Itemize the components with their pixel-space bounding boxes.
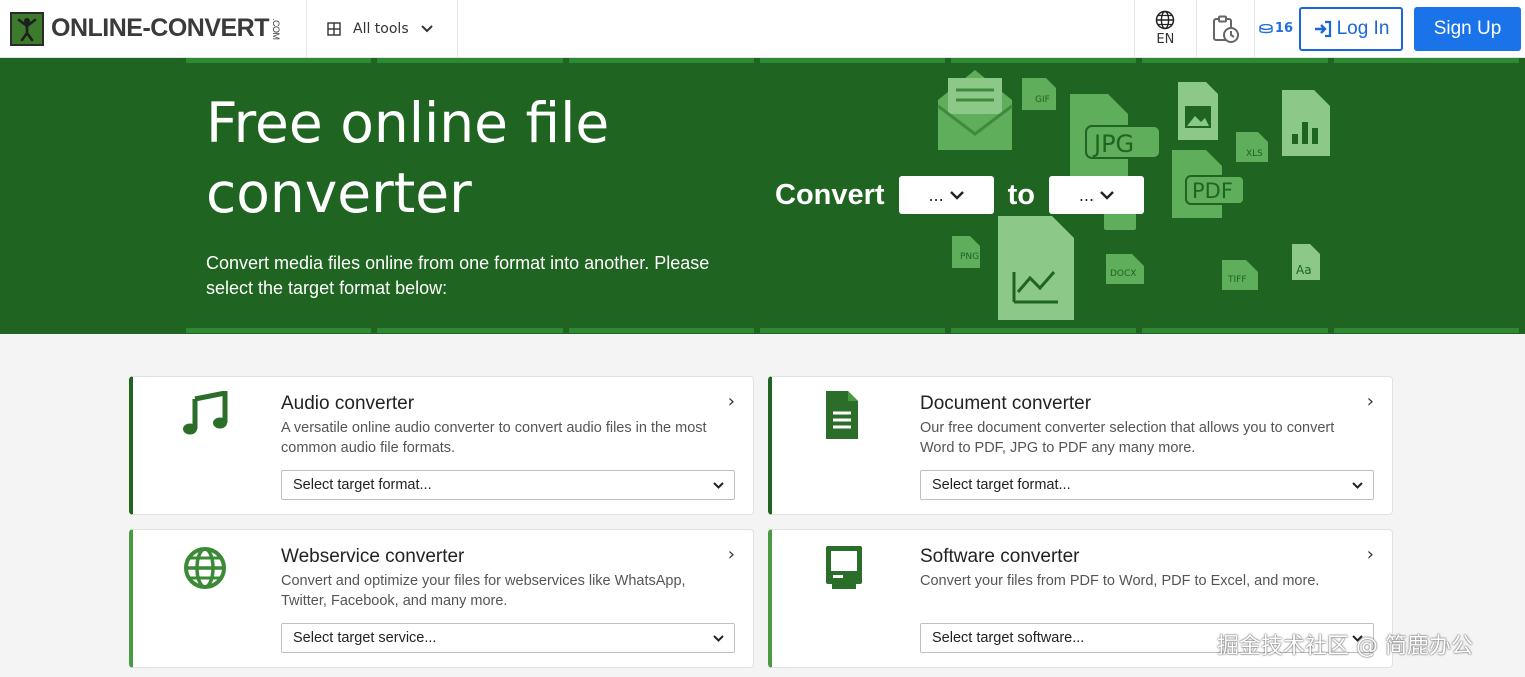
document-target-format-select[interactable]: Select target format... [920,470,1374,500]
chevron-down-icon [713,481,724,489]
docx-file-icon: DOCX [1106,254,1144,284]
to-label: to [1007,178,1035,211]
chart-file-icon [1282,90,1330,156]
chevron-right-icon[interactable]: › [1367,544,1374,565]
file-badge-xls: XLS [1246,149,1263,159]
logo-wordmark: ONLINE-CONVERT .COM [51,14,281,43]
sign-in-icon [1314,20,1331,37]
file-badge-tiff: TIFF [1227,275,1247,285]
select-placeholder: Select target format... [293,477,432,493]
webservice-target-select[interactable]: Select target service... [281,623,735,653]
hero-banner: GIF JPG XLS PDF PNG DOCX TIFF Aa Free on… [0,58,1525,334]
font-file-icon: Aa [1292,244,1320,280]
all-tools-menu[interactable]: All tools [307,0,458,57]
card-description: Convert and optimize your files for webs… [281,573,686,609]
gif-file-icon: GIF [1022,78,1056,110]
target-format-select[interactable]: ... [1048,176,1144,214]
watermark-text: 掘金技术社区 @ 简鹿办公 [1217,634,1473,659]
card-title: Audio converter [281,393,415,414]
chevron-down-icon [1352,481,1363,489]
file-badge-pdf: PDF [1192,179,1233,203]
webservice-converter-card[interactable]: Webservice converter Convert and optimiz… [129,529,754,668]
hero-subtitle: Convert media files online from one form… [206,253,710,298]
card-title: Document converter [920,393,1092,414]
audio-target-format-select[interactable]: Select target format... [281,470,735,500]
chevron-right-icon[interactable]: › [728,391,735,412]
chevron-down-icon [949,190,964,200]
login-label: Log In [1336,17,1390,39]
computer-icon [826,546,862,589]
conversion-history-button[interactable] [1195,0,1254,58]
quick-convert-form: Convert ... to ... [775,176,1144,214]
file-badge-gif: GIF [1035,95,1050,105]
header-actions: EN 16 Log In Sign Up [1133,0,1525,58]
clipboard-clock-icon [1213,15,1240,43]
document-converter-card[interactable]: Document converter Our free document con… [768,376,1393,515]
coins-icon [1259,23,1273,33]
signup-label: Sign Up [1433,17,1502,39]
pdf-file-icon: PDF [1172,150,1245,218]
chevron-down-icon [1100,190,1114,200]
credits-count: 16 [1274,21,1293,36]
top-navigation-bar: ONLINE-CONVERT .COM All tools EN 16 Log … [0,0,1525,58]
credits-indicator[interactable]: 16 [1253,0,1297,58]
logo-figure-icon [10,11,44,46]
jpg-file-icon: JPG [1070,94,1161,178]
png-file-icon: PNG [952,236,980,268]
file-badge-png: PNG [960,252,979,262]
select-placeholder: Select target service... [293,630,437,646]
hero-title: Free online file converter [206,91,610,225]
header-spacer [458,0,1134,57]
convert-label: Convert [775,178,885,211]
file-badge-font: Aa [1296,263,1312,277]
source-format-select[interactable]: ... [898,176,994,214]
document-icon [826,391,858,439]
card-title: Software converter [920,546,1080,567]
image-file-icon [1178,82,1218,140]
file-badge-jpg: JPG [1092,130,1134,158]
chevron-right-icon[interactable]: › [728,544,735,565]
hero-bottom-stripes [186,328,1525,333]
globe-icon [1156,10,1175,30]
logo-text: ONLINE-CONVERT [51,14,270,42]
card-description: Convert your files from PDF to Word, PDF… [920,573,1320,589]
signup-button[interactable]: Sign Up [1414,6,1521,51]
xls-file-icon: XLS [1236,132,1268,162]
line-chart-file-icon [998,216,1074,320]
hero-top-stripes [186,58,1525,63]
envelope-icon [937,70,1013,150]
language-selector[interactable]: EN [1133,0,1196,58]
card-description: A versatile online audio converter to co… [281,420,707,456]
source-format-value: ... [928,185,944,205]
tiff-file-icon: TIFF [1222,260,1258,290]
globe-icon [184,547,226,589]
audio-converter-card[interactable]: Audio converter A versatile online audio… [129,376,754,515]
site-logo[interactable]: ONLINE-CONVERT .COM [0,0,307,57]
logo-suffix: .COM [271,17,281,40]
language-code: EN [1156,32,1175,47]
chevron-down-icon [713,634,724,642]
login-button[interactable]: Log In [1299,6,1403,51]
grid-icon [327,21,341,36]
card-title: Webservice converter [281,546,465,567]
card-description: Our free document converter selection th… [920,420,1335,456]
music-note-icon [183,391,228,435]
chevron-down-icon [420,24,433,32]
select-placeholder: Select target format... [932,477,1071,493]
target-format-value: ... [1078,185,1095,205]
file-badge-docx: DOCX [1110,269,1136,279]
select-placeholder: Select target software... [932,630,1085,646]
chevron-right-icon[interactable]: › [1367,391,1374,412]
all-tools-label: All tools [353,20,409,37]
